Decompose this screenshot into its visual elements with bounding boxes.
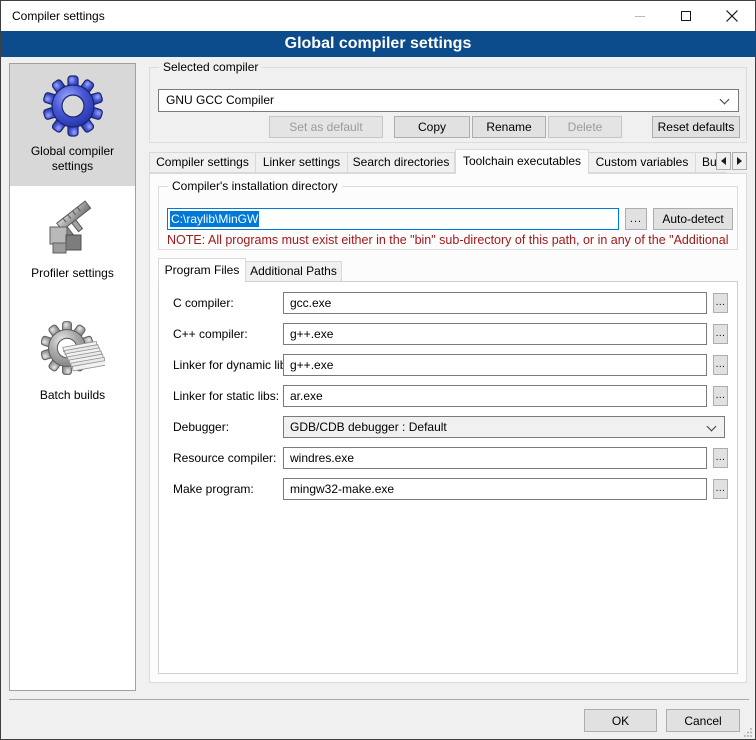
- settings-tab-bar: Compiler settings Linker settings Search…: [149, 149, 747, 174]
- sidebar-item-global-compiler-settings[interactable]: Global compiler settings: [10, 64, 135, 186]
- sidebar-item-profiler-settings[interactable]: Profiler settings: [10, 186, 135, 308]
- dialog-header: Global compiler settings: [1, 31, 755, 57]
- ok-button[interactable]: OK: [584, 709, 657, 732]
- dynamic-linker-input[interactable]: g++.exe: [283, 354, 707, 376]
- make-program-browse-button[interactable]: ...: [713, 479, 728, 499]
- chevron-down-icon: [720, 95, 730, 105]
- cpp-compiler-label: C++ compiler:: [173, 323, 248, 345]
- dynamic-linker-row: Linker for dynamic libs: g++.exe ...: [159, 354, 737, 376]
- copy-button[interactable]: Copy: [394, 116, 470, 138]
- dynamic-linker-label: Linker for dynamic libs:: [173, 354, 296, 376]
- static-linker-row: Linker for static libs: ar.exe ...: [159, 385, 737, 407]
- minimize-icon: [635, 16, 645, 17]
- program-files-page: C compiler: gcc.exe ... C++ compiler: g+…: [158, 281, 738, 674]
- blue-gear-icon: [41, 74, 105, 138]
- tab-search-directories[interactable]: Search directories: [348, 152, 455, 173]
- close-icon: [726, 10, 738, 22]
- gear-stack-icon: [41, 318, 105, 382]
- resource-compiler-browse-button[interactable]: ...: [713, 448, 728, 468]
- tab-compiler-settings[interactable]: Compiler settings: [149, 152, 256, 173]
- static-linker-value: ar.exe: [290, 389, 323, 403]
- resource-compiler-row: Resource compiler: windres.exe ...: [159, 447, 737, 469]
- dynamic-linker-browse-button[interactable]: ...: [713, 355, 728, 375]
- tab-toolchain-executables[interactable]: Toolchain executables: [455, 149, 589, 174]
- make-program-label: Make program:: [173, 478, 254, 500]
- caliper-blocks-icon: [41, 196, 105, 260]
- tab-additional-paths[interactable]: Additional Paths: [246, 261, 342, 282]
- resource-compiler-input[interactable]: windres.exe: [283, 447, 707, 469]
- arrow-right-icon: [737, 157, 742, 165]
- make-program-input[interactable]: mingw32-make.exe: [283, 478, 707, 500]
- static-linker-label: Linker for static libs:: [173, 385, 279, 407]
- resize-grip[interactable]: [743, 727, 753, 737]
- settings-category-list: Global compiler settings: [9, 63, 136, 691]
- make-program-row: Make program: mingw32-make.exe ...: [159, 478, 737, 500]
- cpp-compiler-value: g++.exe: [290, 327, 333, 341]
- resource-compiler-value: windres.exe: [290, 451, 354, 465]
- cancel-button[interactable]: Cancel: [666, 709, 740, 732]
- compiler-settings-dialog: Compiler settings Global compiler settin…: [0, 0, 756, 740]
- resource-compiler-label: Resource compiler:: [173, 447, 276, 469]
- set-as-default-button[interactable]: Set as default: [269, 116, 383, 138]
- group-label: Selected compiler: [159, 60, 262, 74]
- installation-directory-group: Compiler's installation directory C:\ray…: [158, 186, 738, 250]
- tab-linker-settings[interactable]: Linker settings: [256, 152, 348, 173]
- debugger-label: Debugger:: [173, 416, 229, 438]
- static-linker-input[interactable]: ar.exe: [283, 385, 707, 407]
- compiler-select-value: GNU GCC Compiler: [166, 93, 274, 107]
- auto-detect-button[interactable]: Auto-detect: [653, 208, 733, 230]
- title-bar: Compiler settings: [1, 1, 755, 31]
- maximize-button[interactable]: [663, 1, 709, 31]
- cpp-compiler-row: C++ compiler: g++.exe ...: [159, 323, 737, 345]
- c-compiler-value: gcc.exe: [290, 296, 331, 310]
- close-button[interactable]: [709, 1, 755, 31]
- make-program-value: mingw32-make.exe: [290, 482, 394, 496]
- dynamic-linker-value: g++.exe: [290, 358, 333, 372]
- compiler-actions: Set as default Copy Rename Delete Reset …: [150, 116, 740, 138]
- reset-defaults-button[interactable]: Reset defaults: [652, 116, 740, 138]
- sidebar-item-label: Profiler settings: [27, 266, 118, 281]
- footer-divider: [9, 699, 749, 700]
- window-title: Compiler settings: [12, 9, 105, 23]
- debugger-row: Debugger: GDB/CDB debugger : Default: [159, 416, 737, 438]
- tab-scroll-controls: [715, 152, 747, 170]
- debugger-value: GDB/CDB debugger : Default: [290, 420, 447, 434]
- c-compiler-row: C compiler: gcc.exe ...: [159, 292, 737, 314]
- chevron-down-icon: [707, 422, 717, 432]
- tab-program-files[interactable]: Program Files: [158, 258, 246, 282]
- sidebar-item-label: Batch builds: [36, 388, 109, 403]
- group-label: Compiler's installation directory: [168, 179, 342, 193]
- cpp-compiler-input[interactable]: g++.exe: [283, 323, 707, 345]
- window-controls: [617, 1, 755, 31]
- c-compiler-input[interactable]: gcc.exe: [283, 292, 707, 314]
- delete-button[interactable]: Delete: [548, 116, 622, 138]
- sidebar-item-batch-builds[interactable]: Batch builds: [10, 308, 135, 430]
- tab-scroll-left-button[interactable]: [716, 152, 731, 170]
- program-files-tab-bar: Program Files Additional Paths: [158, 258, 342, 282]
- cpp-compiler-browse-button[interactable]: ...: [713, 324, 728, 344]
- selected-compiler-group: Selected compiler GNU GCC Compiler Set a…: [149, 67, 747, 143]
- c-compiler-label: C compiler:: [173, 292, 234, 314]
- tab-scroll-right-button[interactable]: [732, 152, 747, 170]
- arrow-left-icon: [721, 157, 726, 165]
- tab-custom-variables[interactable]: Custom variables: [589, 152, 696, 173]
- selected-text: C:\raylib\MinGW: [170, 211, 259, 227]
- installation-directory-input[interactable]: C:\raylib\MinGW: [167, 208, 619, 230]
- maximize-icon: [681, 11, 691, 21]
- debugger-select[interactable]: GDB/CDB debugger : Default: [283, 416, 725, 438]
- toolchain-executables-page: Compiler's installation directory C:\ray…: [149, 173, 747, 683]
- static-linker-browse-button[interactable]: ...: [713, 386, 728, 406]
- compiler-select[interactable]: GNU GCC Compiler: [158, 89, 739, 112]
- c-compiler-browse-button[interactable]: ...: [713, 293, 728, 313]
- rename-button[interactable]: Rename: [472, 116, 546, 138]
- sidebar-item-label: Global compiler settings: [10, 144, 135, 174]
- bin-subdirectory-note: NOTE: All programs must exist either in …: [167, 233, 735, 247]
- minimize-button[interactable]: [617, 1, 663, 31]
- installation-directory-browse-button[interactable]: ...: [625, 208, 647, 230]
